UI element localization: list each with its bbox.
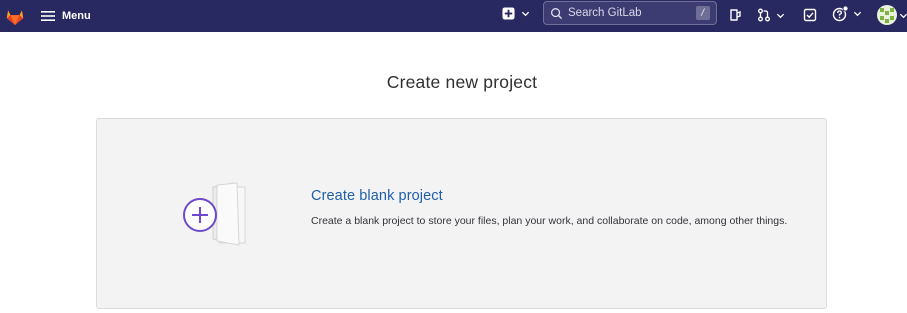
menu-label: Menu [62, 10, 91, 22]
chevron-down-icon [521, 11, 530, 17]
gitlab-logo-icon[interactable] [4, 5, 26, 27]
search-icon [551, 7, 563, 19]
search-box[interactable]: / [543, 1, 717, 25]
plus-square-icon [502, 7, 515, 20]
merge-request-icon [758, 8, 770, 22]
menu-button[interactable]: Menu [40, 6, 91, 26]
page-title: Create new project [386, 72, 538, 92]
chevron-down-icon [853, 11, 862, 17]
avatar[interactable] [877, 5, 897, 25]
help-dropdown[interactable] [832, 5, 862, 22]
create-blank-project-title[interactable]: Create blank project [311, 188, 443, 204]
avatar-identicon [877, 5, 897, 25]
create-blank-project-card[interactable]: Create blank project Create a blank proj… [96, 118, 827, 309]
blank-project-illustration-icon [183, 182, 246, 246]
hamburger-icon [41, 11, 55, 21]
search-shortcut-badge: / [696, 6, 710, 20]
issues-icon[interactable] [728, 8, 742, 22]
merge-requests-dropdown[interactable] [757, 8, 785, 22]
chevron-down-icon [776, 13, 785, 18]
chevron-down-icon[interactable] [899, 11, 907, 20]
help-icon [832, 5, 849, 22]
new-dropdown-button[interactable] [502, 7, 530, 20]
top-navbar: Menu / [0, 0, 907, 32]
todo-icon[interactable] [803, 8, 817, 22]
create-blank-project-description: Create a blank project to store your fil… [311, 215, 788, 227]
search-input[interactable] [566, 6, 690, 20]
